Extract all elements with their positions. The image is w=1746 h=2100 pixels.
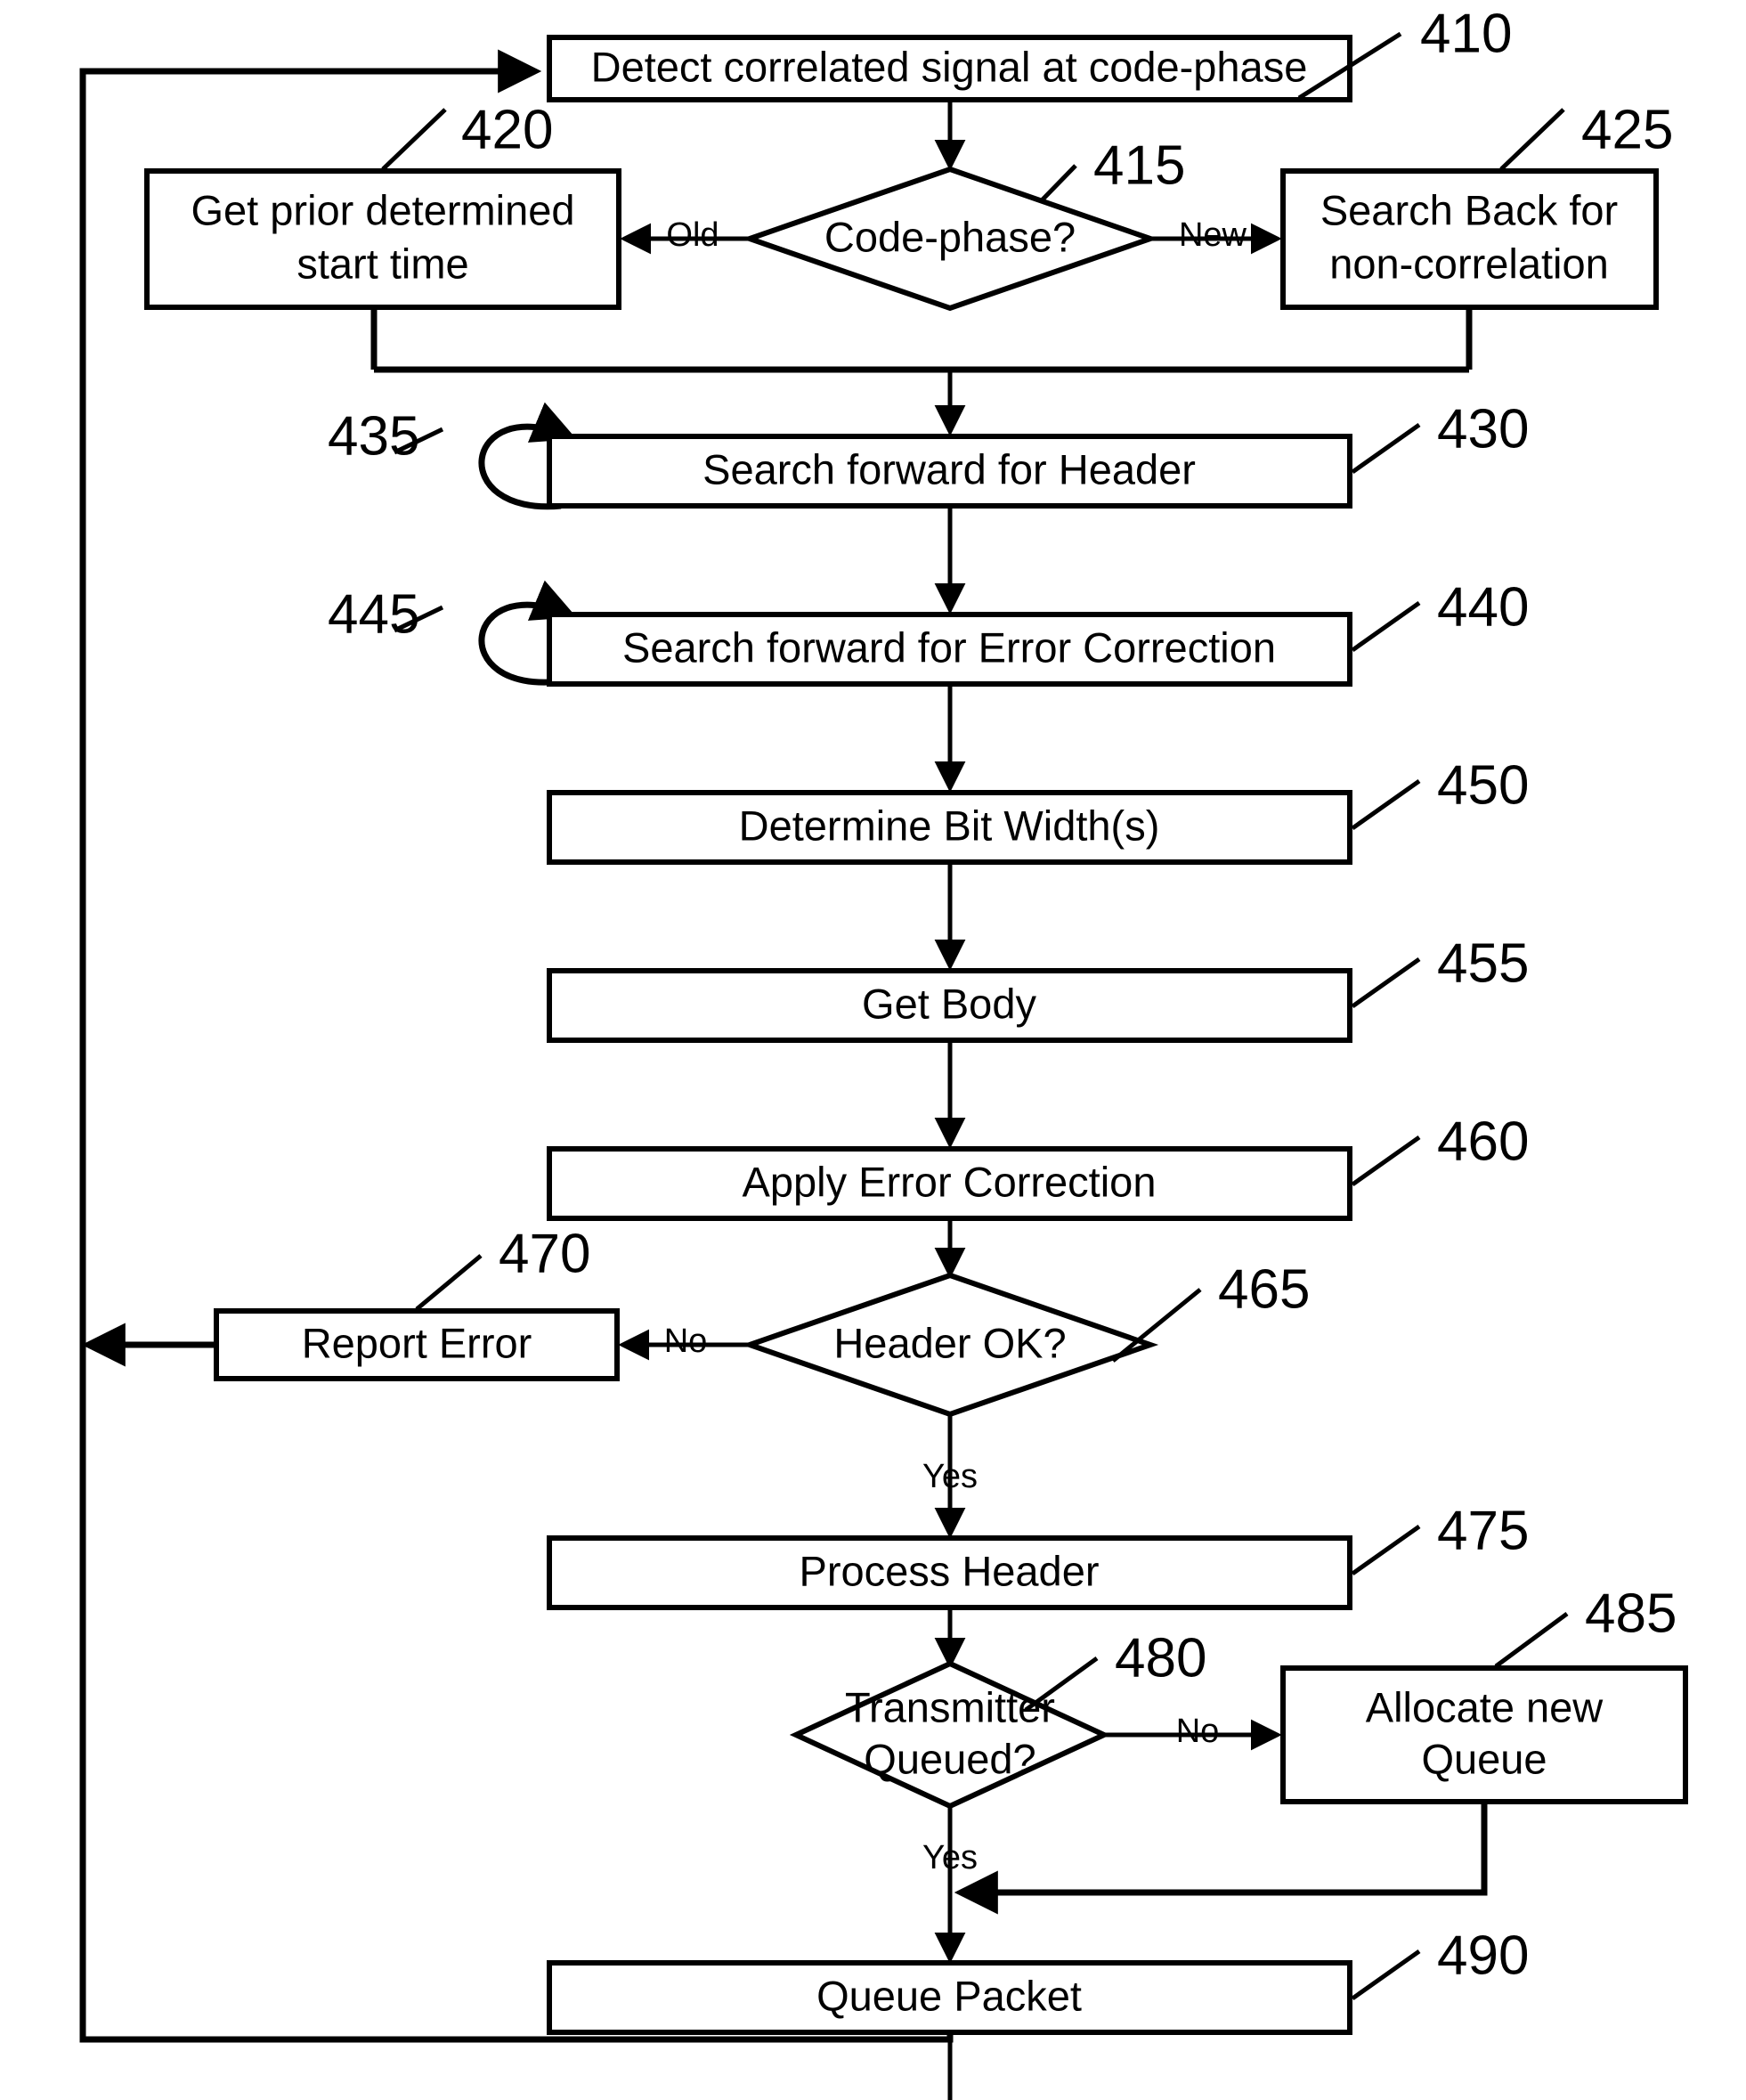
node-425-label-line2: non-correlation: [1329, 240, 1609, 287]
node-465-label: Header OK?: [833, 1319, 1066, 1366]
node-475-label: Process Header: [800, 1547, 1100, 1594]
node-get-body[interactable]: Get Body: [547, 968, 1352, 1043]
leader-450: [1351, 778, 1421, 831]
leader-490: [1351, 1949, 1421, 2001]
leader-430: [1351, 422, 1421, 475]
node-get-prior-start-time[interactable]: Get prior determined start time: [144, 168, 621, 310]
node-header-ok-decision[interactable]: Header OK?: [741, 1272, 1159, 1418]
node-455-label: Get Body: [862, 980, 1036, 1027]
leader-425: [1499, 108, 1565, 171]
ref-470: 470: [499, 1223, 590, 1284]
node-490-label: Queue Packet: [816, 1972, 1082, 2019]
node-search-forward-header[interactable]: Search forward for Header: [478, 402, 1352, 510]
ref-450: 450: [1437, 754, 1529, 816]
ref-415: 415: [1093, 134, 1185, 196]
node-report-error[interactable]: Report Error: [214, 1308, 620, 1381]
ref-455: 455: [1437, 932, 1529, 994]
node-480-label-line1: Transmitter: [845, 1683, 1055, 1730]
edge-label-new: New: [1179, 216, 1247, 254]
ref-475: 475: [1437, 1500, 1529, 1561]
edge-label-no-queue: No: [1176, 1713, 1220, 1750]
node-480-label-line2: Queued?: [864, 1735, 1035, 1782]
edge-label-yes-queue: Yes: [922, 1839, 978, 1876]
node-470-label: Report Error: [302, 1319, 532, 1366]
leader-420: [381, 108, 447, 171]
leader-485: [1494, 1611, 1569, 1669]
leader-460: [1351, 1135, 1421, 1187]
node-search-forward-error-correction[interactable]: Search forward for Error Correction: [478, 580, 1352, 687]
node-queue-packet[interactable]: Queue Packet: [547, 1960, 1352, 2035]
flowchart-figure: Detect correlated signal at code-phase C…: [0, 0, 1746, 2100]
ref-420: 420: [461, 99, 553, 160]
node-440-label: Search forward for Error Correction: [622, 623, 1276, 671]
leader-455: [1351, 956, 1421, 1009]
leader-415: [1040, 164, 1077, 202]
leader-470: [415, 1254, 483, 1311]
ref-465: 465: [1218, 1258, 1310, 1320]
ref-485: 485: [1585, 1583, 1677, 1644]
ref-440: 440: [1437, 576, 1529, 638]
ref-425: 425: [1581, 99, 1673, 160]
edge-label-old: Old: [666, 216, 719, 254]
node-search-back-non-correlation[interactable]: Search Back for non-correlation: [1280, 168, 1659, 310]
flowchart-canvas: Detect correlated signal at code-phase C…: [79, 3, 1688, 2100]
node-430-label: Search forward for Header: [702, 445, 1196, 492]
node-determine-bit-widths[interactable]: Determine Bit Width(s): [547, 790, 1352, 865]
node-415-label: Code-phase?: [824, 213, 1076, 260]
leader-475: [1351, 1524, 1421, 1576]
node-apply-error-correction[interactable]: Apply Error Correction: [547, 1146, 1352, 1221]
ref-490: 490: [1437, 1925, 1529, 1986]
ref-410: 410: [1420, 3, 1512, 64]
edge-label-no-header: No: [664, 1323, 708, 1360]
ref-460: 460: [1437, 1111, 1529, 1172]
node-425-label-line1: Search Back for: [1320, 186, 1618, 233]
node-450-label: Determine Bit Width(s): [739, 802, 1160, 849]
edge-label-yes-header: Yes: [922, 1458, 978, 1495]
edge-485-to-queue-join: [954, 1802, 1488, 1915]
leader-440: [1351, 600, 1421, 653]
ref-445: 445: [328, 583, 419, 645]
node-420-label-line2: start time: [296, 240, 468, 287]
node-420-label-line1: Get prior determined: [191, 186, 574, 233]
node-410-label: Detect correlated signal at code-phase: [591, 43, 1308, 90]
node-process-header[interactable]: Process Header: [547, 1535, 1352, 1610]
node-code-phase-decision[interactable]: Code-phase?: [741, 166, 1159, 312]
node-allocate-new-queue[interactable]: Allocate new Queue: [1280, 1665, 1688, 1804]
ref-435: 435: [328, 405, 419, 467]
node-485-label-line2: Queue: [1421, 1735, 1547, 1782]
node-detect-correlated-signal[interactable]: Detect correlated signal at code-phase: [547, 35, 1352, 102]
ref-480: 480: [1115, 1627, 1206, 1689]
ref-430: 430: [1437, 398, 1529, 460]
leader-465: [1111, 1288, 1202, 1363]
node-460-label: Apply Error Correction: [743, 1158, 1157, 1205]
node-485-label-line1: Allocate new: [1366, 1683, 1604, 1730]
